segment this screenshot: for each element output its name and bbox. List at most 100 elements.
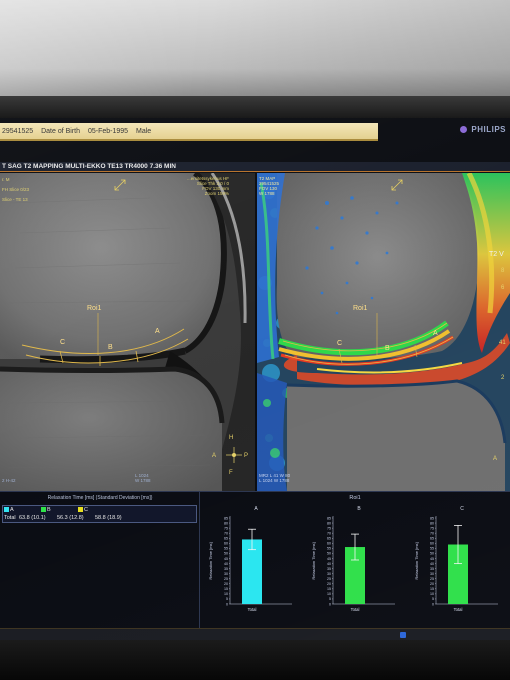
chart-1-ytick-15: 75 — [327, 526, 331, 530]
patient-id: 29541525 — [2, 128, 34, 135]
chart-2-category: Total — [454, 607, 463, 612]
chart-0-ytick-14: 70 — [224, 531, 228, 535]
orientation-left: A — [212, 453, 217, 459]
roi-label-right: Roi1 — [353, 305, 368, 312]
monitor-screen: 29541525 Date of Birth 05-Feb-1995 Male … — [0, 118, 510, 640]
segment-a-left: A — [155, 328, 160, 335]
left-corner-text: 2 H-42 — [2, 478, 16, 483]
chart-2-ytick-10: 50 — [430, 552, 434, 556]
viewport-t2-map[interactable]: T2 MAP 29541525 FOV 130 W 1788 Roi1 C B … — [257, 173, 510, 491]
value-b: 56.3 (12.8) — [57, 515, 84, 521]
chart-0-ytick-12: 60 — [224, 542, 228, 546]
relaxation-table[interactable]: A B C Total 63.8 (10.1) 56.3 (12.8) 58.8… — [2, 505, 197, 523]
segment-b-right: B — [385, 345, 390, 352]
chart-1-ytick-0: 0 — [329, 602, 331, 606]
chart-1-ytick-9: 45 — [327, 557, 331, 561]
column-b-header: B — [41, 507, 51, 514]
scale-tick-1: 8 — [501, 268, 505, 274]
wall-shading — [0, 0, 510, 98]
chart-1-ytick-5: 25 — [327, 577, 331, 581]
chart-2-ylabel: Relaxation Time [ms] — [414, 542, 419, 579]
value-a: 63.8 (10.1) — [19, 515, 46, 521]
relaxation-table-header: Relaxation Time [ms] (Standard Deviation… — [47, 495, 153, 501]
chart-1-ytick-1: 5 — [329, 597, 331, 601]
left-info-top-right: ...ersitetssykehus HF Slice Thk 3.0 / 0 … — [186, 176, 229, 196]
swatch-a — [4, 507, 9, 512]
viewport-grayscale[interactable]: ...ersitetssykehus HF Slice Thk 3.0 / 0 … — [0, 173, 255, 491]
chart-0-ytick-8: 40 — [224, 562, 228, 566]
column-a-header: A — [4, 507, 14, 514]
vendor-logo: PHILIPS — [460, 125, 506, 134]
swatch-c — [78, 507, 83, 512]
orientation-top: H — [229, 435, 234, 441]
chart-0-ytick-17: 85 — [224, 516, 228, 520]
chart-2-ytick-12: 60 — [430, 542, 434, 546]
chart-1-ytick-14: 70 — [327, 531, 331, 535]
chart-2-ytick-7: 35 — [430, 567, 434, 571]
chart-0-category: Total — [248, 607, 257, 612]
chart-1-ylabel: Relaxation Time [ms] — [311, 542, 316, 579]
chart-1-ytick-16: 80 — [327, 521, 331, 525]
relaxation-bar-charts: ARelaxation Time [ms]0510152025303540455… — [208, 506, 498, 612]
chart-1-ytick-11: 55 — [327, 547, 331, 551]
dob-label: Date of Birth — [41, 128, 81, 135]
right-window-level: MR2 L 41 W 80 L 1024 W 1788 — [259, 473, 291, 483]
chart-0-ytick-16: 80 — [224, 521, 228, 525]
chart-2-ytick-0: 0 — [432, 602, 434, 606]
chart-0-ytick-4: 20 — [224, 582, 228, 586]
left-info-top-left: r. M FH Slice 0/23 Slice - TE 13 — [2, 177, 30, 202]
chart-0-ytick-0: 0 — [226, 602, 228, 606]
chart-1-ytick-3: 15 — [327, 587, 331, 591]
chart-0-ytick-11: 55 — [224, 547, 228, 551]
segment-b-left: B — [108, 344, 113, 351]
orientation-left-right-view: A — [493, 456, 498, 462]
monitor-bezel — [0, 96, 510, 118]
chart-1-ytick-8: 40 — [327, 562, 331, 566]
chart-0-title: A — [254, 506, 258, 512]
chart-2-title: C — [460, 506, 464, 512]
chart-0-ytick-13: 65 — [224, 537, 228, 541]
grayscale-mr-image — [0, 173, 255, 491]
orientation-cross-icon — [224, 445, 244, 465]
value-c: 58.8 (18.9) — [95, 515, 122, 521]
chart-0-ytick-5: 25 — [224, 577, 228, 581]
chart-2-ytick-17: 85 — [430, 516, 434, 520]
chart-2-ytick-16: 80 — [430, 521, 434, 525]
scale-tick-2: 6 — [501, 285, 505, 291]
t2-edge-label: T2 V — [489, 251, 504, 258]
chart-2-ytick-1: 5 — [432, 597, 434, 601]
analysis-panel: Relaxation Time [ms] (Standard Deviation… — [0, 491, 510, 629]
chart-0-ytick-1: 5 — [226, 597, 228, 601]
status-indicator-icon[interactable] — [400, 632, 406, 638]
row-total-label: Total — [4, 515, 16, 521]
chart-1-ytick-2: 10 — [327, 592, 331, 596]
chart-2-ytick-11: 55 — [430, 547, 434, 551]
chart-2-ytick-15: 75 — [430, 526, 434, 530]
chart-1-ytick-12: 60 — [327, 542, 331, 546]
segment-c-left: C — [60, 339, 66, 346]
right-info-top-left: T2 MAP 29541525 FOV 130 W 1788 — [259, 176, 280, 196]
chart-2-ytick-2: 10 — [430, 592, 434, 596]
chart-0-ytick-15: 75 — [224, 526, 228, 530]
dob-value: 05-Feb-1995 — [87, 128, 129, 135]
vendor-emblem-icon — [460, 126, 468, 133]
chart-2-ytick-13: 65 — [430, 537, 434, 541]
t2-color-map-image — [257, 173, 510, 491]
patient-sex: Male — [136, 128, 152, 135]
orientation-bottom: F — [229, 470, 233, 476]
chart-1-ytick-6: 30 — [327, 572, 331, 576]
segment-c-right: C — [337, 340, 343, 347]
status-strip — [0, 628, 510, 640]
chart-2-ytick-8: 40 — [430, 562, 434, 566]
column-c-header: C — [78, 507, 88, 514]
chart-2-ytick-4: 20 — [430, 582, 434, 586]
chart-0-ytick-2: 10 — [224, 592, 228, 596]
swatch-b — [41, 507, 46, 512]
chart-0-ylabel: Relaxation Time [ms] — [208, 542, 213, 579]
patient-info-bar[interactable]: 29541525 Date of Birth 05-Feb-1995 Male — [0, 123, 378, 141]
desk-foreground — [0, 640, 510, 680]
chart-2-ytick-9: 45 — [430, 557, 434, 561]
relaxation-table-area: Relaxation Time [ms] (Standard Deviation… — [0, 492, 200, 629]
chart-0-ytick-10: 50 — [224, 552, 228, 556]
chart-1-title: B — [357, 506, 361, 512]
